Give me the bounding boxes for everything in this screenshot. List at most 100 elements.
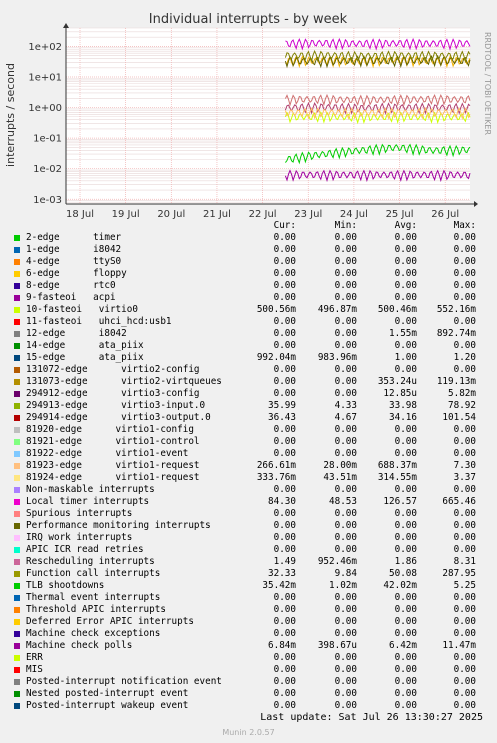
legend-row: ERR 0.00 0.00 0.00 0.00 <box>0 652 497 664</box>
chart: Individual interrupts - by week RRDTOOL … <box>4 12 492 220</box>
legend-cur-value: 35.99 <box>268 400 296 411</box>
legend-max-value: 0.00 <box>453 676 476 687</box>
legend-row: Machine check exceptions 0.00 0.00 0.00 0.00 <box>0 628 497 640</box>
legend-max-value: 7.30 <box>453 460 476 471</box>
y-ticks: 1e+02 1e+01 1e+00 1e-01 1e-02 1e-03 <box>28 42 62 206</box>
legend-row: 2-edge timer 0.00 0.00 0.00 0.00 <box>0 232 497 244</box>
legend-swatch <box>14 595 20 601</box>
legend-cur-value: 1.49 <box>273 556 296 567</box>
legend-max-value: 0.00 <box>453 340 476 351</box>
legend-cur-value: 0.00 <box>273 544 296 555</box>
legend-row: Threshold APIC interrupts 0.00 0.00 0.00 0.0… <box>0 604 497 616</box>
legend-swatch <box>14 487 20 493</box>
legend-cur-value: 0.00 <box>273 652 296 663</box>
legend-max-value: 0.00 <box>453 424 476 435</box>
legend-series-name: 11-fasteoi uhci_hcd:usb1 <box>26 316 172 327</box>
legend-cur-value: 0.00 <box>273 700 296 711</box>
legend-max-value: 892.74m <box>436 328 476 339</box>
x-tick-label: 24 Jul <box>340 209 368 220</box>
legend-max-value: 552.16m <box>436 304 476 315</box>
legend-series-name: 81924-edge virtio1-request <box>26 472 200 483</box>
legend-cur-value: 0.00 <box>273 244 296 255</box>
y-tick-label: 1e+01 <box>28 72 62 83</box>
legend-series-name: 131072-edge virtio2-config <box>26 364 200 375</box>
legend-swatch <box>14 571 20 577</box>
legend-cur-value: 0.00 <box>273 376 296 387</box>
legend-series-name: 131073-edge virtio2-virtqueues <box>26 376 222 387</box>
legend-max-value: 0.00 <box>453 628 476 639</box>
legend-cur-value: 0.00 <box>273 328 296 339</box>
legend-swatch <box>14 511 20 517</box>
legend-cur-value: 0.00 <box>273 676 296 687</box>
legend-row: 15-edge ata_piix 992.04m 983.96m 1.00 1.20 <box>0 352 497 364</box>
legend-swatch <box>14 691 20 697</box>
legend-series-name: 10-fasteoi virtio0 <box>26 304 138 315</box>
legend-swatch <box>14 235 20 241</box>
legend-cur-value: 0.00 <box>273 256 296 267</box>
legend-max-value: 0.00 <box>453 364 476 375</box>
y-tick-label: 1e+00 <box>28 103 62 114</box>
legend-cur-value: 266.61m <box>256 460 296 471</box>
legend-swatch <box>14 535 20 541</box>
legend-row: MIS 0.00 0.00 0.00 0.00 <box>0 664 497 676</box>
legend-row: 131073-edge virtio2-virtqueues 0.00 0.00 35… <box>0 376 497 388</box>
legend-cur-value: 0.00 <box>273 484 296 495</box>
legend-series-name: Performance monitoring interrupts <box>26 520 211 531</box>
legend-swatch <box>14 559 20 565</box>
legend-max-value: 0.00 <box>453 604 476 615</box>
legend-row: TLB shootdowns 35.42m 1.02m 42.02m 5.25 <box>0 580 497 592</box>
legend-cur-value: 500.56m <box>256 304 296 315</box>
legend-max-value: 0.00 <box>453 664 476 675</box>
legend-row: 14-edge ata_piix 0.00 0.00 0.00 0.00 <box>0 340 497 352</box>
legend-row: Local timer interrupts 84.30 48.53 126.57 66… <box>0 496 497 508</box>
legend-cur-value: 36.43 <box>268 412 296 423</box>
legend-max-value: 5.25 <box>453 580 476 591</box>
legend-row: Non-maskable interrupts 0.00 0.00 0.00 0.00 <box>0 484 497 496</box>
x-tick-label: 21 Jul <box>203 209 231 220</box>
legend-swatch <box>14 403 20 409</box>
legend-cur-value: 333.76m <box>256 472 296 483</box>
legend-cur-value: 0.00 <box>273 232 296 243</box>
rrdtool-credit: RRDTOOL / TOBI OETIKER <box>483 32 492 135</box>
legend-row: Performance monitoring interrupts 0.00 0.0… <box>0 520 497 532</box>
legend-swatch <box>14 295 20 301</box>
legend-swatch <box>14 607 20 613</box>
legend-row: 81923-edge virtio1-request 266.61m 28.00m 6… <box>0 460 497 472</box>
legend-series-name: Deferred Error APIC interrupts <box>26 616 194 627</box>
legend-series-name: 1-edge i8042 <box>26 244 122 255</box>
legend-max-value: 119.13m <box>436 376 476 387</box>
legend-swatch <box>14 643 20 649</box>
legend-row: 81922-edge virtio1-event 0.00 0.00 0.00 0.00 <box>0 448 497 460</box>
x-tick-label: 23 Jul <box>294 209 322 220</box>
legend-header-max: Max: <box>453 220 476 231</box>
x-tick-label: 19 Jul <box>112 209 140 220</box>
x-tick-label: 22 Jul <box>249 209 277 220</box>
legend-max-value: 0.00 <box>453 268 476 279</box>
legend-series-name: 294913-edge virtio3-input.0 <box>26 400 206 411</box>
legend-max-value: 0.00 <box>453 292 476 303</box>
legend-max-value: 0.00 <box>453 520 476 531</box>
legend-series-name: 8-edge rtc0 <box>26 280 116 291</box>
legend-row: 81921-edge virtio1-control 0.00 0.00 0.00 0.… <box>0 436 497 448</box>
legend-row: 1-edge i8042 0.00 0.00 0.00 0.00 <box>0 244 497 256</box>
legend-row: 294912-edge virtio3-config 0.00 0.00 12.85u… <box>0 388 497 400</box>
legend-max-value: 101.54 <box>442 412 476 423</box>
legend-series-name: Machine check exceptions <box>26 628 161 639</box>
legend-swatch <box>14 331 20 337</box>
legend-max-value: 0.00 <box>453 244 476 255</box>
y-tick-label: 1e-02 <box>33 164 62 175</box>
legend-max-value: 8.31 <box>453 556 476 567</box>
legend-cur-value: 0.00 <box>273 340 296 351</box>
legend-swatch <box>14 271 20 277</box>
legend-swatch <box>14 703 20 709</box>
x-tick-label: 26 Jul <box>431 209 459 220</box>
y-axis-arrow <box>63 23 69 28</box>
legend-row: 12-edge i8042 0.00 0.00 1.55m 892.74m <box>0 328 497 340</box>
legend-swatch <box>14 499 20 505</box>
legend-series-name: 81920-edge virtio1-config <box>26 424 194 435</box>
legend-swatch <box>14 427 20 433</box>
legend-series-name: Non-maskable interrupts <box>26 484 155 495</box>
legend-max-value: 1.20 <box>453 352 476 363</box>
legend-swatch <box>14 451 20 457</box>
legend-series-name: 294912-edge virtio3-config <box>26 388 200 399</box>
